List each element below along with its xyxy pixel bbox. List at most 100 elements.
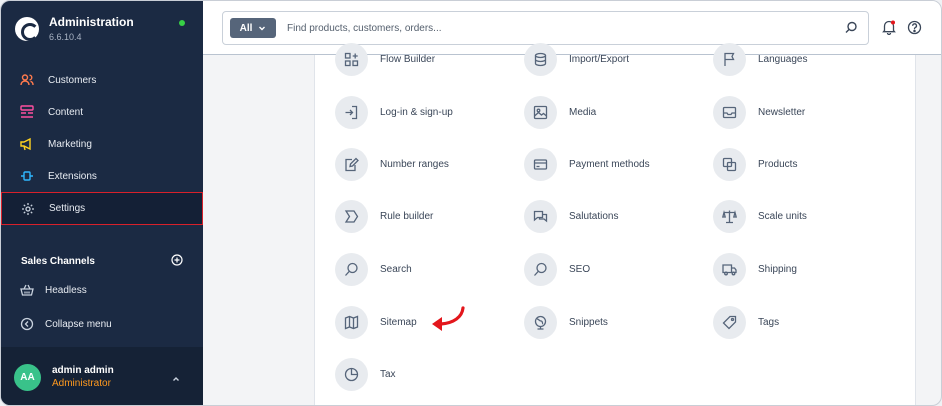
sidebar-item-extensions[interactable]: Extensions <box>1 160 203 192</box>
sidebar: Administration 6.6.10.4 Customers Conten… <box>1 1 203 405</box>
sidebar-item-settings[interactable]: Settings <box>1 192 203 225</box>
customers-icon <box>19 72 35 88</box>
user-name: admin admin <box>52 365 114 376</box>
settings-item-label: Shipping <box>758 264 797 275</box>
settings-item-label: Log-in & sign-up <box>380 107 453 118</box>
settings-item-label: Scale units <box>758 211 807 222</box>
settings-item-scale-units[interactable]: Scale units <box>713 200 807 233</box>
settings-item-tax[interactable]: Tax <box>335 358 396 391</box>
app-version: 6.6.10.4 <box>49 32 82 42</box>
content-icon <box>19 104 35 120</box>
search-input[interactable] <box>287 22 827 34</box>
credit-card-icon <box>524 148 557 181</box>
settings-item-label: Salutations <box>569 211 619 222</box>
settings-item-label: Search <box>380 264 412 275</box>
settings-item-label: Newsletter <box>758 107 806 118</box>
settings-item-payment-methods[interactable]: Payment methods <box>524 148 650 181</box>
settings-item-snippets[interactable]: Snippets <box>524 306 608 339</box>
scale-icon <box>713 200 746 233</box>
settings-item-label: Languages <box>758 54 808 65</box>
sidebar-item-content[interactable]: Content <box>1 96 203 128</box>
settings-item-label: SEO <box>569 264 591 275</box>
search-filter-label: All <box>239 22 253 34</box>
settings-item-shipping[interactable]: Shipping <box>713 253 797 286</box>
settings-item-label: Flow Builder <box>380 54 436 65</box>
truck-icon <box>713 253 746 286</box>
user-text: admin admin Administrator <box>52 365 114 389</box>
sales-channel-label: Headless <box>45 284 87 296</box>
settings-item-label: Number ranges <box>380 159 449 170</box>
brand[interactable]: Administration 6.6.10.4 <box>15 15 134 42</box>
settings-item-label: Import/Export <box>569 54 630 65</box>
settings-item-flow-builder[interactable]: Flow Builder <box>335 43 435 76</box>
settings-item-label: Snippets <box>569 317 608 328</box>
help-icon[interactable] <box>907 20 922 40</box>
settings-item-search[interactable]: Search <box>335 253 412 286</box>
sidebar-item-label: Content <box>48 106 84 118</box>
shopware-logo-icon <box>15 16 39 41</box>
gear-icon <box>20 201 36 217</box>
notifications-bell-icon[interactable] <box>881 19 897 40</box>
search-filter-dropdown[interactable]: All <box>230 18 276 38</box>
basket-icon <box>19 282 35 298</box>
brand-text: Administration 6.6.10.4 <box>49 15 134 42</box>
inbox-icon <box>713 96 746 129</box>
sidebar-item-label: Marketing <box>48 138 92 150</box>
settings-item-label: Payment methods <box>569 159 650 170</box>
sidebar-item-marketing[interactable]: Marketing <box>1 128 203 160</box>
settings-item-salutations[interactable]: Salutations <box>524 200 618 233</box>
annotation-arrow-icon <box>429 306 469 337</box>
globe-icon <box>524 306 557 339</box>
extensions-icon <box>19 168 35 184</box>
login-icon <box>335 96 368 129</box>
app-title: Administration <box>49 15 134 29</box>
add-sales-channel-icon[interactable] <box>171 254 183 269</box>
chevron-up-icon[interactable] <box>171 371 181 389</box>
sidebar-item-label: Customers <box>48 74 97 86</box>
settings-item-login-signup[interactable]: Log-in & sign-up <box>335 96 453 129</box>
collapse-menu-label: Collapse menu <box>45 318 112 330</box>
sales-channels-header: Sales Channels <box>21 254 183 269</box>
settings-item-languages[interactable]: Languages <box>713 43 808 76</box>
sidebar-item-label: Settings <box>49 203 86 214</box>
user-menu[interactable]: AA admin admin Administrator <box>1 347 203 405</box>
map-icon <box>335 306 368 339</box>
seo-search-icon <box>524 253 557 286</box>
flag-icon <box>713 43 746 76</box>
settings-item-label: Products <box>758 159 798 170</box>
settings-item-number-ranges[interactable]: Number ranges <box>335 148 449 181</box>
search-icon <box>335 253 368 286</box>
user-role: Administrator <box>52 378 111 389</box>
settings-item-newsletter[interactable]: Newsletter <box>713 96 805 129</box>
settings-item-media[interactable]: Media <box>524 96 596 129</box>
search-icon[interactable] <box>845 21 858 39</box>
settings-item-seo[interactable]: SEO <box>524 253 590 286</box>
sidebar-item-customers[interactable]: Customers <box>1 64 203 96</box>
flow-builder-icon <box>335 43 368 76</box>
rule-builder-icon <box>335 200 368 233</box>
image-icon <box>524 96 557 129</box>
pie-chart-icon <box>335 358 368 391</box>
sidebar-item-label: Extensions <box>48 170 97 182</box>
settings-item-sitemap[interactable]: Sitemap <box>335 306 417 339</box>
settings-item-label: Tags <box>758 317 780 328</box>
collapse-menu-button[interactable]: Collapse menu <box>19 316 112 332</box>
chat-icon <box>524 200 557 233</box>
settings-item-label: Tax <box>380 369 396 380</box>
sidebar-nav: Customers Content Marketing Extensions S… <box>1 64 203 225</box>
settings-item-label: Rule builder <box>380 211 434 222</box>
products-icon <box>713 148 746 181</box>
settings-item-rule-builder[interactable]: Rule builder <box>335 200 433 233</box>
settings-item-products[interactable]: Products <box>713 148 797 181</box>
database-icon <box>524 43 557 76</box>
sales-channel-headless[interactable]: Headless <box>19 282 87 298</box>
settings-item-tags[interactable]: Tags <box>713 306 779 339</box>
settings-item-label: Media <box>569 107 597 118</box>
sales-channels-label: Sales Channels <box>21 256 95 267</box>
tag-icon <box>713 306 746 339</box>
app-window: Administration 6.6.10.4 Customers Conten… <box>0 0 942 406</box>
settings-item-import-export[interactable]: Import/Export <box>524 43 629 76</box>
online-status-dot <box>179 20 185 26</box>
chevron-down-icon <box>259 26 266 31</box>
marketing-icon <box>19 136 35 152</box>
